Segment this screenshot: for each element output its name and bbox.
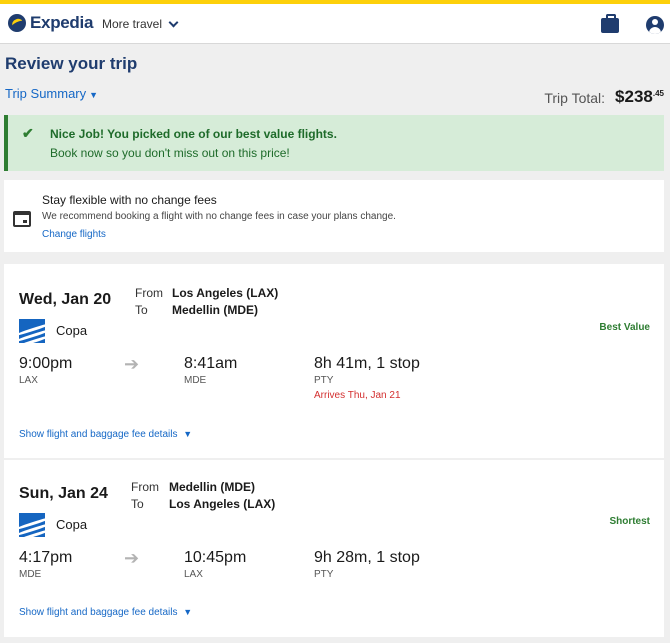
copa-airline-icon [19, 513, 45, 537]
trip-total-cents: .45 [652, 89, 664, 98]
copa-airline-icon [19, 319, 45, 343]
flight-card-return: Sun, Jan 24 From To Medellin (MDE) Los A… [4, 460, 664, 637]
trip-summary-toggle[interactable]: Trip Summary ▼ [5, 86, 98, 101]
change-flights-link[interactable]: Change flights [42, 229, 106, 240]
stop-code: PTY [314, 569, 334, 580]
expedia-logo[interactable]: Expedia [8, 13, 93, 33]
shortest-badge: Shortest [609, 516, 650, 527]
duration: 8h 41m, 1 stop [314, 355, 420, 372]
arrive-time: 8:41am [184, 355, 238, 372]
arrow-right-icon: ➔ [124, 354, 140, 374]
arrive-code: LAX [184, 569, 203, 580]
more-travel-label: More travel [102, 17, 163, 31]
page-title: Review your trip [5, 54, 138, 73]
flight-details-link[interactable]: Show flight and baggage fee details ▼ [19, 429, 192, 440]
trip-summary-label: Trip Summary [5, 86, 87, 101]
best-value-banner: ✔ Nice Job! You picked one of our best v… [4, 115, 664, 171]
logo-text: Expedia [30, 13, 94, 32]
more-travel-menu[interactable]: More travel [102, 17, 179, 31]
double-chevron-down-icon: ▼ [183, 607, 193, 617]
expedia-logo-icon [8, 14, 26, 32]
depart-code: MDE [19, 569, 42, 580]
depart-time: 4:17pm [19, 549, 73, 566]
trip-total: Trip Total: $238 .45 [544, 87, 664, 107]
flight-date: Sun, Jan 24 [19, 485, 108, 502]
airline-name: Copa [56, 323, 88, 338]
flight-details-link[interactable]: Show flight and baggage fee details ▼ [19, 607, 192, 618]
details-link-label: Show flight and baggage fee details [19, 607, 178, 618]
check-icon: ✔ [22, 125, 34, 141]
flight-date: Wed, Jan 20 [19, 291, 112, 308]
from-city: Los Angeles (LAX) [172, 286, 279, 300]
top-nav-bar: Expedia More travel [0, 0, 670, 44]
flight-card-outbound: Wed, Jan 20 From To Los Angeles (LAX) Me… [4, 264, 664, 458]
arrow-right-icon: ➔ [124, 548, 140, 568]
airline-name: Copa [56, 517, 88, 532]
details-link-label: Show flight and baggage fee details [19, 429, 178, 440]
depart-time: 9:00pm [19, 355, 73, 372]
from-label: From [131, 480, 159, 494]
double-chevron-down-icon: ▼ [183, 429, 193, 439]
arrival-date-note: Arrives Thu, Jan 21 [314, 390, 401, 401]
trip-total-value: $238 [615, 87, 653, 106]
from-label: From [135, 286, 163, 300]
banner-subtitle: Book now so you don't miss out on this p… [50, 146, 290, 160]
arrive-code: MDE [184, 375, 207, 386]
flex-subtitle: We recommend booking a flight with no ch… [42, 211, 396, 222]
arrive-time: 10:45pm [184, 549, 247, 566]
bottom-divider [0, 637, 670, 643]
suitcase-icon[interactable] [601, 14, 619, 33]
calendar-icon [13, 211, 31, 227]
to-label: To [131, 497, 144, 511]
best-value-badge: Best Value [599, 322, 650, 333]
to-city: Los Angeles (LAX) [169, 497, 276, 511]
duration: 9h 28m, 1 stop [314, 549, 420, 566]
banner-title: Nice Job! You picked one of our best val… [50, 127, 337, 141]
stop-code: PTY [314, 375, 334, 386]
user-icon[interactable] [646, 16, 664, 34]
to-city: Medellin (MDE) [172, 303, 258, 317]
from-city: Medellin (MDE) [169, 480, 255, 494]
double-chevron-down-icon: ▼ [89, 90, 99, 100]
trip-total-label: Trip Total: [544, 90, 606, 106]
chevron-down-icon [168, 17, 179, 27]
depart-code: LAX [19, 375, 38, 386]
flexibility-card: Stay flexible with no change fees We rec… [4, 180, 664, 252]
to-label: To [135, 303, 148, 317]
flex-title: Stay flexible with no change fees [42, 193, 217, 207]
